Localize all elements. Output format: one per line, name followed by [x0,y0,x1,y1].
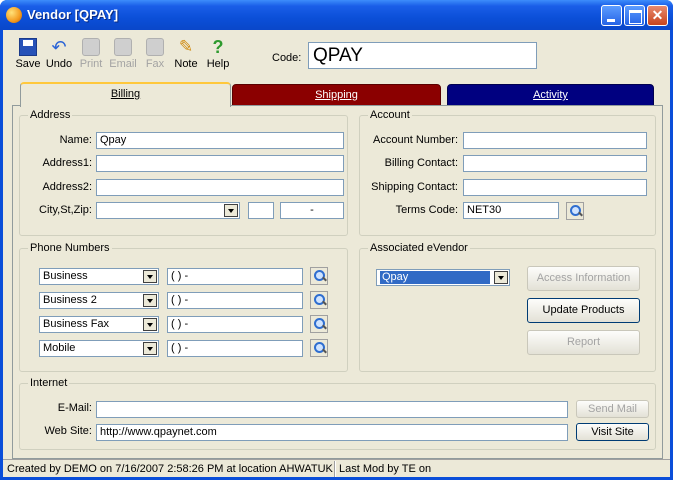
code-input[interactable]: QPAY [308,42,537,69]
billing-contact-field[interactable] [463,155,647,172]
app-icon [6,7,22,23]
phone-number-field[interactable]: ( ) - [167,268,303,285]
chevron-down-icon[interactable] [224,204,238,217]
address1-field[interactable] [96,155,344,172]
phone-type-combo[interactable]: Business Fax [39,316,159,333]
account-group-title: Account [368,109,412,121]
account-number-label: Account Number: [373,134,458,146]
status-created: Created by DEMO on 7/16/2007 2:58:26 PM … [7,463,333,475]
note-button[interactable]: ✎ Note [172,37,200,71]
address2-field[interactable] [96,179,344,196]
evendor-group-title: Associated eVendor [368,242,470,254]
report-button[interactable]: Report [527,330,640,355]
account-number-field[interactable] [463,132,647,149]
zip-field[interactable]: - [280,202,344,219]
city-combo[interactable] [96,202,240,219]
billing-contact-label: Billing Contact: [384,157,458,169]
phone-number-field[interactable]: ( ) - [167,340,303,357]
code-label: Code: [272,52,302,64]
print-button[interactable]: Print [77,38,105,70]
city-label: City,St,Zip: [39,204,92,216]
phone-number-field[interactable]: ( ) - [167,292,303,309]
tab-activity[interactable]: Activity [447,84,654,106]
email-field[interactable] [96,401,568,418]
name-label: Name: [59,134,92,146]
phone-numbers-group: Phone Numbers Business ( ) - Business 2 … [19,242,348,372]
undo-icon: ↶ [51,37,67,57]
close-icon: ✕ [651,7,664,23]
window-title: Vendor [QPAY] [27,7,119,22]
phone-search-icon[interactable] [310,339,328,357]
help-icon: ? [212,37,224,57]
undo-button[interactable]: ↶ Undo [44,38,74,70]
status-separator [334,461,336,477]
phone-number-field[interactable]: ( ) - [167,316,303,333]
send-mail-button[interactable]: Send Mail [576,400,649,418]
chevron-down-icon[interactable] [143,318,157,331]
tab-shipping[interactable]: Shipping [232,84,441,106]
phone-type-combo[interactable]: Mobile [39,340,159,357]
address2-label: Address2: [42,181,92,193]
website-field[interactable]: http://www.qpaynet.com [96,424,568,441]
shipping-contact-field[interactable] [463,179,647,196]
email-icon [114,38,132,56]
phone-group-title: Phone Numbers [28,242,112,254]
phone-search-icon[interactable] [310,291,328,309]
minimize-button[interactable] [601,5,622,26]
evendor-combo[interactable]: Qpay [376,269,510,286]
name-field[interactable]: Qpay [96,132,344,149]
state-field[interactable] [248,202,274,219]
client-area: Save ↶ Undo Print Email Fax ✎ Note ? Hel… [3,30,670,477]
account-group: Account Account Number: Billing Contact:… [359,109,656,236]
fax-icon [146,38,164,56]
billing-panel: Address Name: Qpay Address1: Address2: C… [12,105,663,459]
update-products-button[interactable]: Update Products [527,298,640,323]
title-bar[interactable]: Vendor [QPAY] ✕ [0,0,673,30]
status-last-modified: Last Mod by TE on [339,463,432,475]
chevron-down-icon[interactable] [143,294,157,307]
terms-code-field[interactable]: NET30 [463,202,559,219]
phone-search-icon[interactable] [310,267,328,285]
internet-group: Internet E-Mail: Send Mail Web Site: htt… [19,377,656,450]
email-label: E-Mail: [57,402,92,414]
website-label: Web Site: [44,425,93,437]
help-button[interactable]: ? Help [205,38,231,70]
chevron-down-icon[interactable] [143,342,157,355]
chevron-down-icon[interactable] [143,270,157,283]
evendor-group: Associated eVendor Qpay Access Informati… [359,242,656,372]
save-button[interactable]: Save [13,38,43,70]
phone-search-icon[interactable] [310,315,328,333]
terms-code-label: Terms Code: [395,204,458,216]
close-button[interactable]: ✕ [647,5,668,26]
save-icon [19,38,37,56]
internet-group-title: Internet [28,377,70,389]
status-bar: Created by DEMO on 7/16/2007 2:58:26 PM … [3,459,670,477]
note-icon: ✎ [178,37,194,56]
address-group-title: Address [28,109,73,121]
shipping-contact-label: Shipping Contact: [371,181,458,193]
fax-button[interactable]: Fax [143,38,167,70]
chevron-down-icon[interactable] [494,271,508,284]
phone-type-combo[interactable]: Business 2 [39,292,159,309]
address1-label: Address1: [42,157,92,169]
tab-billing[interactable]: Billing [20,82,231,107]
phone-type-combo[interactable]: Business [39,268,159,285]
address-group: Address Name: Qpay Address1: Address2: C… [19,109,348,236]
maximize-button[interactable] [624,5,645,26]
email-button[interactable]: Email [107,38,139,70]
visit-site-button[interactable]: Visit Site [576,423,649,441]
access-information-button[interactable]: Access Information [527,266,640,291]
terms-search-icon[interactable] [566,202,584,220]
printer-icon [82,38,100,56]
